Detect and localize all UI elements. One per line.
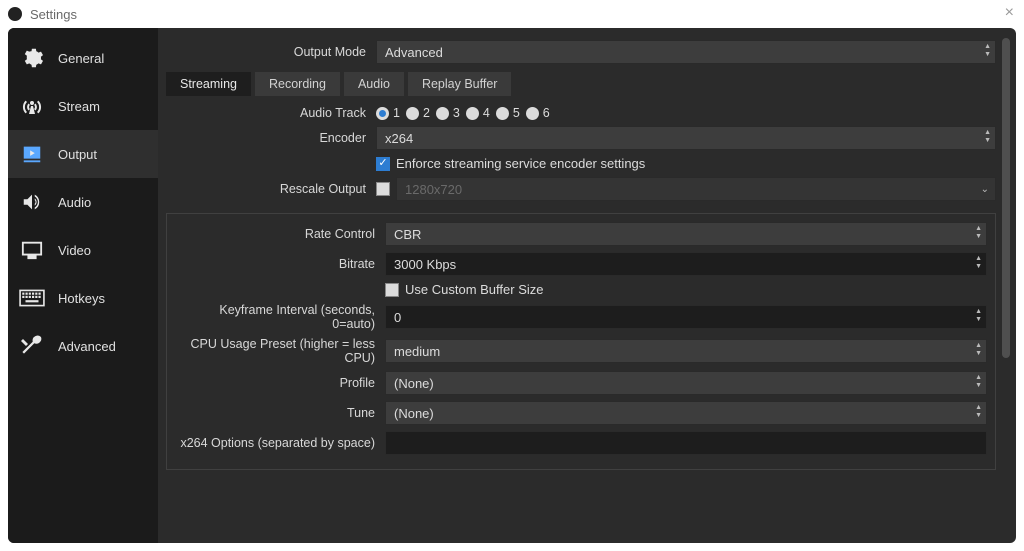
audio-track-radio-4[interactable] — [466, 107, 479, 120]
spinner-icon: ▲▼ — [975, 404, 982, 420]
antenna-icon — [18, 94, 46, 118]
encoder-label: Encoder — [166, 131, 376, 145]
sidebar-item-general[interactable]: General — [8, 34, 158, 82]
keyframe-value: 0 — [394, 310, 401, 325]
window-title: Settings — [30, 7, 77, 22]
sidebar-item-stream[interactable]: Stream — [8, 82, 158, 130]
tab-audio[interactable]: Audio — [344, 72, 404, 96]
enforce-label: Enforce streaming service encoder settin… — [396, 156, 645, 171]
output-mode-value: Advanced — [385, 45, 443, 60]
output-icon — [18, 143, 46, 165]
sidebar: General Stream Output Audio Video — [8, 28, 158, 543]
sidebar-item-label: Hotkeys — [58, 291, 105, 306]
custom-buffer-label: Use Custom Buffer Size — [405, 282, 543, 297]
cpu-preset-value: medium — [394, 344, 440, 359]
rescale-placeholder: 1280x720 — [405, 182, 462, 197]
encoder-settings-panel: Rate Control CBR ▲▼ Bitrate 3000 Kbps ▲▼ — [166, 213, 996, 470]
close-icon[interactable]: × — [1005, 4, 1014, 22]
tools-icon — [18, 334, 46, 358]
custom-buffer-checkbox[interactable] — [385, 283, 399, 297]
sidebar-item-audio[interactable]: Audio — [8, 178, 158, 226]
keyframe-label: Keyframe Interval (seconds, 0=auto) — [175, 303, 385, 331]
tune-label: Tune — [175, 406, 385, 420]
keyframe-input[interactable]: 0 ▲▼ — [385, 305, 987, 329]
sidebar-item-advanced[interactable]: Advanced — [8, 322, 158, 370]
sidebar-item-label: Video — [58, 243, 91, 258]
sidebar-item-hotkeys[interactable]: Hotkeys — [8, 274, 158, 322]
audio-track-group: 1 2 3 4 5 6 — [376, 106, 996, 120]
sidebar-item-video[interactable]: Video — [8, 226, 158, 274]
scrollbar-thumb[interactable] — [1002, 38, 1010, 358]
encoder-value: x264 — [385, 131, 413, 146]
scrollbar[interactable] — [1002, 38, 1010, 528]
rescale-select[interactable]: 1280x720 ⌄ — [396, 177, 996, 201]
spinner-icon: ▲▼ — [975, 342, 982, 358]
rate-control-label: Rate Control — [175, 227, 385, 241]
profile-label: Profile — [175, 376, 385, 390]
sidebar-item-label: Advanced — [58, 339, 116, 354]
sidebar-item-label: Audio — [58, 195, 91, 210]
bitrate-value: 3000 Kbps — [394, 257, 456, 272]
output-mode-select[interactable]: Advanced ▲▼ — [376, 40, 996, 64]
audio-track-label: Audio Track — [166, 106, 376, 120]
spinner-icon: ▲▼ — [984, 129, 991, 145]
tab-recording[interactable]: Recording — [255, 72, 340, 96]
chevron-down-icon: ⌄ — [981, 184, 989, 195]
spinner-icon: ▲▼ — [975, 374, 982, 390]
tab-streaming[interactable]: Streaming — [166, 72, 251, 96]
titlebar: Settings × — [0, 0, 1024, 28]
bitrate-label: Bitrate — [175, 257, 385, 271]
spinner-icon: ▲▼ — [975, 225, 982, 241]
audio-track-radio-6[interactable] — [526, 107, 539, 120]
sidebar-item-label: Output — [58, 147, 97, 162]
spinner-icon: ▲▼ — [984, 43, 991, 59]
profile-select[interactable]: (None) ▲▼ — [385, 371, 987, 395]
keyboard-icon — [18, 288, 46, 308]
tabs: Streaming Recording Audio Replay Buffer — [166, 72, 996, 96]
profile-value: (None) — [394, 376, 434, 391]
sidebar-item-label: General — [58, 51, 104, 66]
audio-track-radio-5[interactable] — [496, 107, 509, 120]
enforce-checkbox[interactable]: ✓ — [376, 157, 390, 171]
x264-options-input[interactable] — [385, 431, 987, 455]
settings-window: General Stream Output Audio Video — [8, 28, 1016, 543]
rate-control-value: CBR — [394, 227, 421, 242]
tune-select[interactable]: (None) ▲▼ — [385, 401, 987, 425]
sidebar-item-output[interactable]: Output — [8, 130, 158, 178]
x264-options-label: x264 Options (separated by space) — [175, 436, 385, 450]
rescale-checkbox[interactable] — [376, 182, 390, 196]
sidebar-item-label: Stream — [58, 99, 100, 114]
spinner-icon: ▲▼ — [975, 255, 982, 271]
cpu-preset-select[interactable]: medium ▲▼ — [385, 339, 987, 363]
audio-track-radio-2[interactable] — [406, 107, 419, 120]
tab-replay-buffer[interactable]: Replay Buffer — [408, 72, 512, 96]
rescale-label: Rescale Output — [166, 182, 376, 196]
bitrate-input[interactable]: 3000 Kbps ▲▼ — [385, 252, 987, 276]
audio-track-radio-1[interactable] — [376, 107, 389, 120]
monitor-icon — [18, 239, 46, 261]
main-panel: Output Mode Advanced ▲▼ Streaming Record… — [158, 28, 1016, 543]
speaker-icon — [18, 191, 46, 213]
app-icon — [8, 7, 22, 21]
cpu-preset-label: CPU Usage Preset (higher = less CPU) — [175, 337, 385, 365]
rate-control-select[interactable]: CBR ▲▼ — [385, 222, 987, 246]
spinner-icon: ▲▼ — [975, 308, 982, 324]
tune-value: (None) — [394, 406, 434, 421]
gear-icon — [18, 46, 46, 70]
audio-track-radio-3[interactable] — [436, 107, 449, 120]
encoder-select[interactable]: x264 ▲▼ — [376, 126, 996, 150]
output-mode-label: Output Mode — [166, 45, 376, 59]
